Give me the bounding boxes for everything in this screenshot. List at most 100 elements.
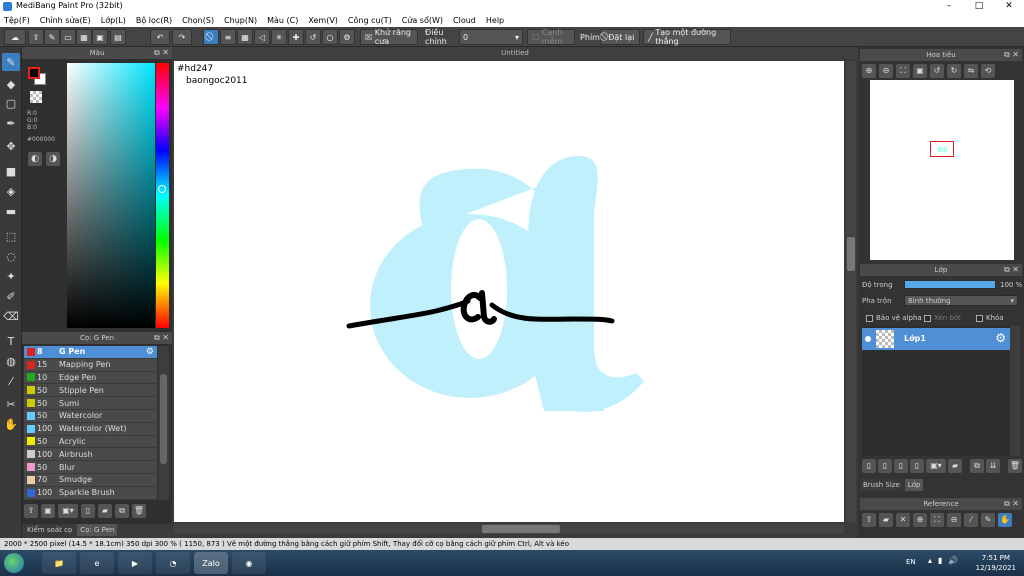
straight-line-button[interactable]: ╱ Tạo một đường thẳng (643, 28, 731, 46)
foreground-color-swatch[interactable] (28, 67, 40, 79)
scrollbar-thumb[interactable] (160, 374, 167, 464)
layer-menu-icon[interactable]: ▣▾ (926, 459, 946, 473)
color-settings-icon[interactable]: ◑ (46, 152, 60, 166)
menu-layer[interactable]: Lớp(L) (101, 16, 126, 25)
grid-icon[interactable]: ▦ (76, 29, 92, 45)
close-button[interactable]: ✕ (994, 0, 1024, 13)
eraser-tool-icon[interactable]: ◆ (2, 75, 20, 93)
menu-view[interactable]: Xem(V) (308, 16, 338, 25)
brush-item[interactable]: 100 Watercolor (Wet) (24, 422, 157, 436)
tab-layer[interactable]: Lớp (904, 479, 924, 491)
lasso-tool-icon[interactable]: ◌ (2, 247, 20, 265)
clock[interactable]: 7:51 PM 12/19/2021 (976, 553, 1016, 573)
menu-snap[interactable]: Chụp(N) (224, 16, 257, 25)
magic-wand-icon[interactable]: ✦ (2, 267, 20, 285)
perspective-snap-icon[interactable]: ◁ (254, 29, 270, 45)
folder-icon[interactable]: ▰ (879, 513, 893, 527)
settings-snap-icon[interactable]: ⚙ (339, 29, 355, 45)
layout-icon[interactable]: ▤ (110, 29, 126, 45)
shape-tool-icon[interactable]: ■ (2, 162, 20, 180)
brush-item[interactable]: 50 Blur (24, 461, 157, 474)
hue-slider-knob[interactable] (158, 185, 166, 193)
actual-size-icon[interactable]: ▣ (913, 64, 927, 78)
brush-menu-icon[interactable]: ▣▾ (58, 504, 78, 518)
upload-icon[interactable]: ⇪ (862, 513, 876, 527)
scrollbar-thumb[interactable] (847, 237, 855, 271)
cloud-icon[interactable]: ☁ (4, 29, 26, 45)
folder-icon[interactable]: ▰ (98, 504, 112, 518)
menu-cloud[interactable]: Cloud (453, 16, 476, 25)
rotate-left-icon[interactable]: ↺ (930, 64, 944, 78)
brush-list-scrollbar[interactable] (158, 346, 169, 500)
transparent-color-swatch[interactable] (30, 91, 42, 103)
crosshair-snap-icon[interactable]: ✚ (288, 29, 304, 45)
saturation-value-picker[interactable] (67, 63, 155, 328)
select-eraser-icon[interactable]: ⌫ (2, 307, 20, 325)
curve-snap-icon[interactable]: ↺ (305, 29, 321, 45)
canvas-vertical-scrollbar[interactable] (846, 61, 856, 522)
panel-controls-icon[interactable]: ⧉ ✕ (154, 332, 169, 344)
network-icon[interactable]: ▮ (938, 556, 942, 565)
internet-explorer-icon[interactable]: e (80, 552, 114, 574)
gear-icon[interactable]: ⚙ (995, 331, 1006, 345)
fit-icon[interactable]: ⛶ (930, 513, 944, 527)
gear-icon[interactable]: ⚙ (146, 347, 154, 357)
new-layer-1bit-icon[interactable]: ▯ (910, 459, 924, 473)
protect-alpha-checkbox[interactable]: Bảo vệ alpha (866, 314, 922, 322)
zoom-out-icon[interactable]: ⊖ (947, 513, 961, 527)
dot-tool-icon[interactable]: ▢ (2, 94, 20, 112)
rotate-right-icon[interactable]: ↻ (947, 64, 961, 78)
merge-layer-icon[interactable]: ⇊ (986, 459, 1000, 473)
brush-tool-icon[interactable]: ✎ (2, 53, 20, 71)
drawing-canvas[interactable]: #hd247 baongoc2011 (174, 61, 844, 522)
visibility-icon[interactable] (865, 336, 871, 342)
menu-window[interactable]: Cửa sổ(W) (402, 16, 443, 25)
grid-snap-icon[interactable]: ▦ (237, 29, 253, 45)
close-icon[interactable]: ✕ (896, 513, 910, 527)
antialias-checkbox[interactable]: ☒ Khử răng cưa (360, 28, 418, 46)
delete-layer-icon[interactable]: 🗑 (1008, 459, 1022, 473)
circle-snap-icon[interactable]: ○ (322, 29, 338, 45)
media-player-icon[interactable]: ▶ (118, 552, 152, 574)
panel-controls-icon[interactable]: ⧉ ✕ (1004, 498, 1019, 510)
hand-tool-icon[interactable]: ✋ (2, 415, 20, 433)
document-tab[interactable]: Untitled (172, 47, 858, 59)
brush-item[interactable]: 50 Watercolor (24, 409, 157, 423)
zoom-out-icon[interactable]: ⊖ (879, 64, 893, 78)
tab-brush[interactable]: Cọ: G Pen (77, 524, 118, 536)
brush-item[interactable]: 15 Mapping Pen (24, 358, 157, 372)
parallel-snap-icon[interactable]: ≡ (220, 29, 236, 45)
zalo-task[interactable]: Zalo (194, 552, 228, 574)
text-tool-icon[interactable]: T (2, 332, 20, 350)
tray-chevron-icon[interactable]: ▴ (928, 556, 932, 565)
delete-brush-icon[interactable]: 🗑 (132, 504, 146, 518)
brush-item[interactable]: 100 Airbrush (24, 448, 157, 462)
navigator-preview[interactable] (870, 80, 1014, 260)
navigator-viewport-frame[interactable] (930, 141, 954, 157)
divide-tool-icon[interactable]: ✂ (2, 395, 20, 413)
layer-row[interactable]: Lớp1 ⚙ (862, 328, 1010, 350)
folder-icon[interactable]: ▰ (948, 459, 962, 473)
flip-icon[interactable]: ⇋ (964, 64, 978, 78)
undo-icon[interactable]: ↶ (150, 29, 170, 45)
new-layer-8bit-icon[interactable]: ▯ (894, 459, 908, 473)
start-button-icon[interactable] (4, 553, 24, 573)
dropper-tool-icon[interactable]: ⁄ (2, 372, 20, 390)
upload-brush-icon[interactable]: ⇪ (24, 504, 38, 518)
menu-color[interactable]: Màu (C) (267, 16, 298, 25)
panel-controls-icon[interactable]: ⧉ ✕ (1004, 264, 1019, 276)
soft-edge-checkbox[interactable]: ☐ Cạnh mềm (527, 28, 575, 46)
duplicate-layer-icon[interactable]: ⧉ (970, 459, 984, 473)
language-indicator[interactable]: EN (906, 558, 916, 566)
select-pen-icon[interactable]: ✐ (2, 287, 20, 305)
select-tool-icon[interactable]: ⬚ (2, 227, 20, 245)
menu-filter[interactable]: Bộ lọc(R) (136, 16, 172, 25)
new-brush-icon[interactable]: ▯ (81, 504, 95, 518)
brush-item[interactable]: 50 Sumi (24, 397, 157, 410)
fit-icon[interactable]: ⛶ (896, 64, 910, 78)
scrollbar-thumb[interactable] (482, 525, 560, 533)
radial-snap-icon[interactable]: ✳ (271, 29, 287, 45)
lock-checkbox[interactable]: Khóa (976, 314, 1004, 322)
move-tool-icon[interactable]: ✥ (2, 137, 20, 155)
upload-icon[interactable]: ⇪ (28, 29, 44, 45)
